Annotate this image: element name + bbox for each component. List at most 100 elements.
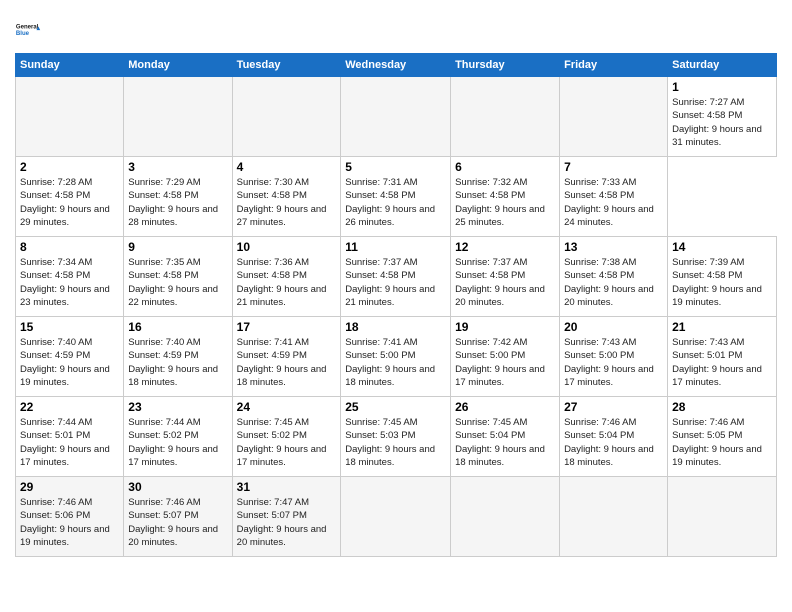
calendar-cell-day-18: 18 Sunrise: 7:41 AMSunset: 5:00 PMDaylig…: [341, 317, 451, 397]
calendar-cell-day-15: 15 Sunrise: 7:40 AMSunset: 4:59 PMDaylig…: [16, 317, 124, 397]
day-number: 28: [672, 400, 772, 414]
day-header-wednesday: Wednesday: [341, 54, 451, 77]
day-info: Sunrise: 7:30 AMSunset: 4:58 PMDaylight:…: [237, 176, 337, 229]
day-number: 12: [455, 240, 555, 254]
day-number: 24: [237, 400, 337, 414]
empty-cell: [451, 77, 560, 157]
day-number: 21: [672, 320, 772, 334]
calendar-cell-day-8: 8 Sunrise: 7:34 AMSunset: 4:58 PMDayligh…: [16, 237, 124, 317]
calendar-cell-day-3: 3 Sunrise: 7:29 AMSunset: 4:58 PMDayligh…: [124, 157, 232, 237]
calendar-cell-day-4: 4 Sunrise: 7:30 AMSunset: 4:58 PMDayligh…: [232, 157, 341, 237]
svg-text:General: General: [16, 24, 39, 30]
day-header-saturday: Saturday: [668, 54, 777, 77]
calendar-cell-day-21: 21 Sunrise: 7:43 AMSunset: 5:01 PMDaylig…: [668, 317, 777, 397]
day-number: 25: [345, 400, 446, 414]
calendar-cell-day-28: 28 Sunrise: 7:46 AMSunset: 5:05 PMDaylig…: [668, 397, 777, 477]
day-number: 6: [455, 160, 555, 174]
calendar-cell-day-27: 27 Sunrise: 7:46 AMSunset: 5:04 PMDaylig…: [560, 397, 668, 477]
day-info: Sunrise: 7:29 AMSunset: 4:58 PMDaylight:…: [128, 176, 227, 229]
day-number: 7: [564, 160, 663, 174]
empty-cell: [232, 77, 341, 157]
calendar-cell-day-10: 10 Sunrise: 7:36 AMSunset: 4:58 PMDaylig…: [232, 237, 341, 317]
calendar-cell-day-11: 11 Sunrise: 7:37 AMSunset: 4:58 PMDaylig…: [341, 237, 451, 317]
day-number: 9: [128, 240, 227, 254]
calendar-cell-day-13: 13 Sunrise: 7:38 AMSunset: 4:58 PMDaylig…: [560, 237, 668, 317]
day-number: 22: [20, 400, 119, 414]
day-info: Sunrise: 7:41 AMSunset: 5:00 PMDaylight:…: [345, 336, 446, 389]
calendar-cell-day-20: 20 Sunrise: 7:43 AMSunset: 5:00 PMDaylig…: [560, 317, 668, 397]
day-info: Sunrise: 7:32 AMSunset: 4:58 PMDaylight:…: [455, 176, 555, 229]
day-number: 5: [345, 160, 446, 174]
empty-cell: [16, 77, 124, 157]
day-info: Sunrise: 7:44 AMSunset: 5:02 PMDaylight:…: [128, 416, 227, 469]
calendar-cell-day-6: 6 Sunrise: 7:32 AMSunset: 4:58 PMDayligh…: [451, 157, 560, 237]
day-info: Sunrise: 7:46 AMSunset: 5:04 PMDaylight:…: [564, 416, 663, 469]
day-number: 29: [20, 480, 119, 494]
day-info: Sunrise: 7:41 AMSunset: 4:59 PMDaylight:…: [237, 336, 337, 389]
empty-cell: [451, 477, 560, 557]
empty-cell: [341, 477, 451, 557]
calendar-cell-day-14: 14 Sunrise: 7:39 AMSunset: 4:58 PMDaylig…: [668, 237, 777, 317]
day-info: Sunrise: 7:46 AMSunset: 5:06 PMDaylight:…: [20, 496, 119, 549]
calendar-cell-day-22: 22 Sunrise: 7:44 AMSunset: 5:01 PMDaylig…: [16, 397, 124, 477]
day-number: 14: [672, 240, 772, 254]
empty-cell: [341, 77, 451, 157]
day-info: Sunrise: 7:46 AMSunset: 5:07 PMDaylight:…: [128, 496, 227, 549]
calendar-cell-day-30: 30 Sunrise: 7:46 AMSunset: 5:07 PMDaylig…: [124, 477, 232, 557]
day-header-monday: Monday: [124, 54, 232, 77]
day-info: Sunrise: 7:37 AMSunset: 4:58 PMDaylight:…: [345, 256, 446, 309]
day-number: 2: [20, 160, 119, 174]
day-info: Sunrise: 7:45 AMSunset: 5:02 PMDaylight:…: [237, 416, 337, 469]
day-number: 4: [237, 160, 337, 174]
day-info: Sunrise: 7:40 AMSunset: 4:59 PMDaylight:…: [20, 336, 119, 389]
day-info: Sunrise: 7:38 AMSunset: 4:58 PMDaylight:…: [564, 256, 663, 309]
day-info: Sunrise: 7:45 AMSunset: 5:03 PMDaylight:…: [345, 416, 446, 469]
day-info: Sunrise: 7:47 AMSunset: 5:07 PMDaylight:…: [237, 496, 337, 549]
day-number: 19: [455, 320, 555, 334]
calendar-cell-day-25: 25 Sunrise: 7:45 AMSunset: 5:03 PMDaylig…: [341, 397, 451, 477]
calendar-cell-day-16: 16 Sunrise: 7:40 AMSunset: 4:59 PMDaylig…: [124, 317, 232, 397]
day-number: 3: [128, 160, 227, 174]
calendar-cell-day-26: 26 Sunrise: 7:45 AMSunset: 5:04 PMDaylig…: [451, 397, 560, 477]
day-header-tuesday: Tuesday: [232, 54, 341, 77]
calendar-cell-day-19: 19 Sunrise: 7:42 AMSunset: 5:00 PMDaylig…: [451, 317, 560, 397]
day-info: Sunrise: 7:34 AMSunset: 4:58 PMDaylight:…: [20, 256, 119, 309]
day-info: Sunrise: 7:45 AMSunset: 5:04 PMDaylight:…: [455, 416, 555, 469]
day-number: 16: [128, 320, 227, 334]
day-number: 26: [455, 400, 555, 414]
calendar-cell-day-12: 12 Sunrise: 7:37 AMSunset: 4:58 PMDaylig…: [451, 237, 560, 317]
day-info: Sunrise: 7:27 AMSunset: 4:58 PMDaylight:…: [672, 96, 772, 149]
empty-cell: [668, 477, 777, 557]
calendar-cell-day-31: 31 Sunrise: 7:47 AMSunset: 5:07 PMDaylig…: [232, 477, 341, 557]
calendar-cell-day-2: 2 Sunrise: 7:28 AMSunset: 4:58 PMDayligh…: [16, 157, 124, 237]
day-number: 11: [345, 240, 446, 254]
day-info: Sunrise: 7:39 AMSunset: 4:58 PMDaylight:…: [672, 256, 772, 309]
day-info: Sunrise: 7:37 AMSunset: 4:58 PMDaylight:…: [455, 256, 555, 309]
logo: GeneralBlue: [15, 15, 43, 43]
calendar-cell-day-29: 29 Sunrise: 7:46 AMSunset: 5:06 PMDaylig…: [16, 477, 124, 557]
day-number: 23: [128, 400, 227, 414]
day-number: 30: [128, 480, 227, 494]
day-number: 10: [237, 240, 337, 254]
day-info: Sunrise: 7:42 AMSunset: 5:00 PMDaylight:…: [455, 336, 555, 389]
calendar-table: SundayMondayTuesdayWednesdayThursdayFrid…: [15, 53, 777, 557]
day-number: 17: [237, 320, 337, 334]
calendar-cell-day-7: 7 Sunrise: 7:33 AMSunset: 4:58 PMDayligh…: [560, 157, 668, 237]
day-info: Sunrise: 7:44 AMSunset: 5:01 PMDaylight:…: [20, 416, 119, 469]
day-info: Sunrise: 7:28 AMSunset: 4:58 PMDaylight:…: [20, 176, 119, 229]
empty-cell: [124, 77, 232, 157]
day-info: Sunrise: 7:33 AMSunset: 4:58 PMDaylight:…: [564, 176, 663, 229]
empty-cell: [560, 77, 668, 157]
day-number: 31: [237, 480, 337, 494]
day-header-friday: Friday: [560, 54, 668, 77]
day-number: 15: [20, 320, 119, 334]
calendar-page: GeneralBlue SundayMondayTuesdayWednesday…: [0, 0, 792, 612]
calendar-cell-day-5: 5 Sunrise: 7:31 AMSunset: 4:58 PMDayligh…: [341, 157, 451, 237]
day-number: 20: [564, 320, 663, 334]
day-number: 1: [672, 80, 772, 94]
day-info: Sunrise: 7:40 AMSunset: 4:59 PMDaylight:…: [128, 336, 227, 389]
day-number: 18: [345, 320, 446, 334]
logo-icon: GeneralBlue: [15, 15, 43, 43]
svg-text:Blue: Blue: [16, 31, 30, 37]
day-header-sunday: Sunday: [16, 54, 124, 77]
